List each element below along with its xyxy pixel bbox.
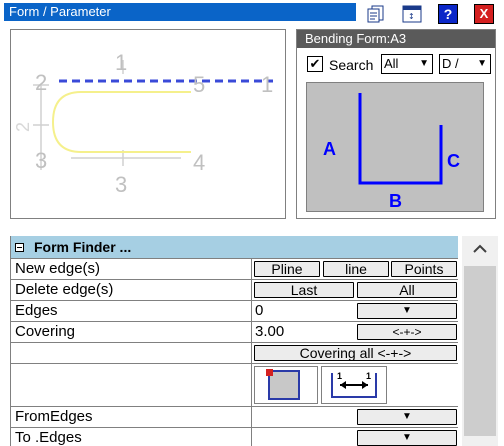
svg-text:1: 1 <box>366 371 371 381</box>
point-label-4: 4 <box>193 150 205 175</box>
point-label-5: 5 <box>193 72 205 97</box>
covering-adjust-button[interactable]: <-+-> <box>357 324 457 340</box>
point-label-2: 2 <box>35 70 47 95</box>
row-covering-all: Covering all <-+-> <box>11 343 458 364</box>
delete-all-button[interactable]: All <box>357 282 457 298</box>
edge-label-b: B <box>389 191 402 211</box>
type-select[interactable]: D / ▼ <box>439 54 491 74</box>
to-edges-label: To .Edges <box>15 429 82 446</box>
search-checkbox[interactable]: ✔ <box>307 56 323 72</box>
vertical-scrollbar[interactable] <box>462 236 498 446</box>
delete-last-button[interactable]: Last <box>254 282 354 298</box>
search-label: Search <box>329 57 374 73</box>
covering-all-button[interactable]: Covering all <-+-> <box>254 345 457 361</box>
edge-label-c: C <box>447 151 460 171</box>
form-finder-title: Form Finder ... <box>34 239 132 255</box>
chevron-down-icon: ▼ <box>402 432 412 443</box>
window-title: Form / Parameter <box>4 3 356 21</box>
new-edges-label: New edge(s) <box>15 260 101 277</box>
chevron-down-icon: ▼ <box>419 58 429 69</box>
form-finder-table: Form Finder ... New edge(s) Pline line P… <box>10 236 458 446</box>
line-button[interactable]: line <box>323 261 389 277</box>
scroll-up-icon[interactable] <box>470 242 490 256</box>
bending-form-title: Bending Form:A3 <box>297 30 495 48</box>
from-edges-dropdown[interactable]: ▼ <box>357 409 457 425</box>
point-label-1b: 1 <box>261 72 273 97</box>
form-preview-canvas: 1 2 5 1 3 4 3 2 <box>13 50 273 197</box>
chevron-down-icon: ▼ <box>402 305 412 316</box>
row-edges: Edges 0 ▼ <box>11 301 458 322</box>
to-edges-dropdown[interactable]: ▼ <box>357 430 457 446</box>
from-edges-label: FromEdges <box>15 408 93 425</box>
document-icon[interactable] <box>366 4 386 24</box>
close-label: X <box>479 6 489 21</box>
covering-value[interactable]: 3.00 <box>255 323 284 340</box>
row-delete-edges: Delete edge(s) Last All <box>11 280 458 301</box>
edges-dropdown[interactable]: ▼ <box>357 303 457 319</box>
row-covering: Covering 3.00 <-+-> <box>11 322 458 343</box>
bending-form-panel: Bending Form:A3 ✔ Search All ▼ D / ▼ A B… <box>296 29 496 219</box>
filter-value: All <box>384 56 399 71</box>
chevron-down-icon: ▼ <box>402 411 412 422</box>
collapse-icon[interactable] <box>15 243 24 252</box>
corner-tool-icon <box>266 369 300 400</box>
bending-shape-preview[interactable]: A B C <box>306 82 484 212</box>
points-button[interactable]: Points <box>391 261 457 277</box>
row-new-edges: New edge(s) Pline line Points <box>11 259 458 280</box>
point-label-1: 1 <box>115 50 127 75</box>
dim-label-bottom: 3 <box>115 172 127 197</box>
point-label-3: 3 <box>35 148 47 173</box>
edge-length-tool-button[interactable]: 1 1 <box>321 366 387 404</box>
svg-text:1: 1 <box>337 371 342 381</box>
form-finder-header[interactable]: Form Finder ... <box>11 236 458 259</box>
pline-button[interactable]: Pline <box>254 261 320 277</box>
covering-label: Covering <box>15 323 76 340</box>
edge-label-a: A <box>323 139 336 159</box>
svg-text:↕: ↕ <box>408 12 415 21</box>
row-from-edges: FromEdges ▼ <box>11 407 458 428</box>
edges-value[interactable]: 0 <box>255 302 263 319</box>
help-label: ? <box>443 6 453 22</box>
row-tools: 1 1 <box>11 364 458 407</box>
dim-label-side: 2 <box>13 122 33 132</box>
type-value: D / <box>442 56 459 71</box>
form-preview-panel: 1 2 5 1 3 4 3 2 <box>10 29 286 219</box>
edge-length-icon: 1 1 <box>331 371 377 398</box>
row-to-edges: To .Edges ▼ <box>11 428 458 446</box>
scroll-thumb[interactable] <box>464 266 496 436</box>
corner-tool-button[interactable] <box>254 366 318 404</box>
delete-edges-label: Delete edge(s) <box>15 281 114 298</box>
filter-select[interactable]: All ▼ <box>381 54 433 74</box>
help-button[interactable]: ? <box>438 4 458 24</box>
window-icon[interactable]: ↕ <box>402 4 422 24</box>
close-button[interactable]: X <box>474 4 494 24</box>
edges-label: Edges <box>15 302 58 319</box>
chevron-down-icon: ▼ <box>477 58 487 69</box>
